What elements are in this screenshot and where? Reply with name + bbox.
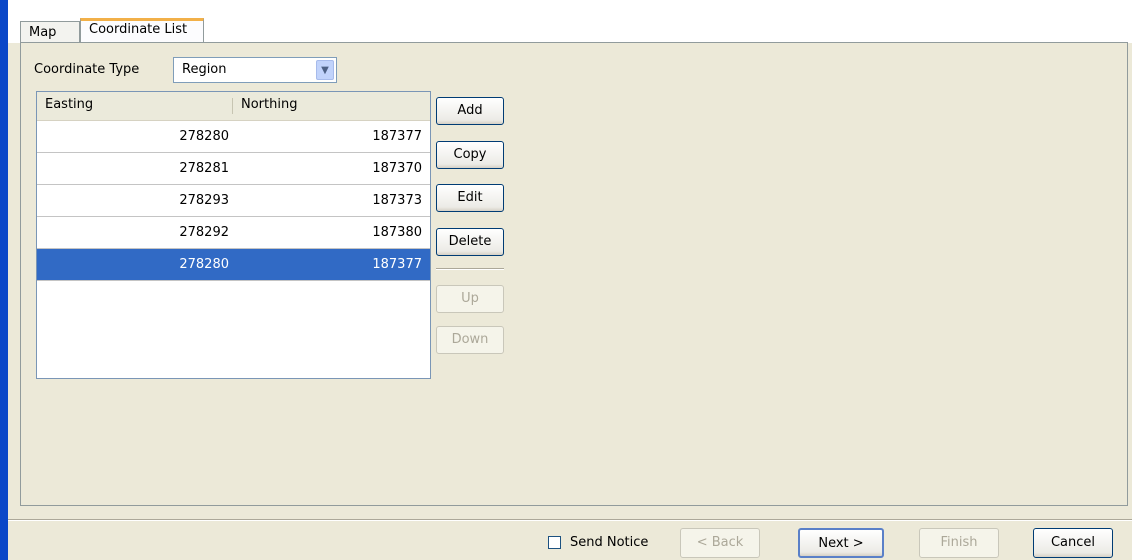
coordinate-type-value: Region bbox=[182, 62, 227, 77]
chevron-down-icon[interactable]: ▼ bbox=[316, 60, 334, 80]
table-row[interactable]: 278280 187377 bbox=[37, 121, 430, 153]
table-row[interactable]: 278293 187373 bbox=[37, 185, 430, 217]
copy-button[interactable]: Copy bbox=[436, 141, 504, 169]
footer-divider bbox=[8, 519, 1132, 521]
column-header-northing[interactable]: Northing bbox=[241, 92, 297, 120]
cell-easting: 278281 bbox=[179, 161, 229, 176]
column-header-easting[interactable]: Easting bbox=[45, 92, 93, 120]
back-button[interactable]: < Back bbox=[680, 528, 760, 558]
send-notice-checkbox[interactable] bbox=[548, 536, 561, 549]
cell-northing: 187370 bbox=[372, 161, 422, 176]
cell-northing: 187380 bbox=[372, 225, 422, 240]
finish-button[interactable]: Finish bbox=[919, 528, 999, 558]
move-up-button[interactable]: Up bbox=[436, 285, 504, 313]
tab-map[interactable]: Map bbox=[20, 21, 80, 43]
cell-northing: 187377 bbox=[372, 129, 422, 144]
tab-coordinate-list[interactable]: Coordinate List bbox=[80, 18, 204, 42]
cell-easting: 278280 bbox=[179, 129, 229, 144]
add-button[interactable]: Add bbox=[436, 97, 504, 125]
grid-header: Easting Northing bbox=[37, 92, 430, 121]
window-left-edge bbox=[0, 0, 8, 560]
coordinate-type-select[interactable]: Region ▼ bbox=[173, 57, 337, 83]
column-divider[interactable] bbox=[232, 98, 233, 114]
next-button[interactable]: Next > bbox=[798, 528, 884, 558]
move-down-button[interactable]: Down bbox=[436, 326, 504, 354]
cell-northing: 187373 bbox=[372, 193, 422, 208]
delete-button[interactable]: Delete bbox=[436, 228, 504, 256]
coordinate-grid[interactable]: Easting Northing 278280 187377 278281 18… bbox=[36, 91, 431, 379]
cell-northing: 187377 bbox=[372, 257, 422, 272]
wizard-window: Map Coordinate List Coordinate Type Regi… bbox=[8, 0, 1132, 560]
cell-easting: 278292 bbox=[179, 225, 229, 240]
send-notice-label[interactable]: Send Notice bbox=[570, 535, 648, 550]
grid-rows: 278280 187377 278281 187370 278293 18737… bbox=[37, 121, 430, 281]
table-row-selected[interactable]: 278280 187377 bbox=[37, 249, 430, 281]
table-row[interactable]: 278281 187370 bbox=[37, 153, 430, 185]
cell-easting: 278280 bbox=[179, 257, 229, 272]
table-row[interactable]: 278292 187380 bbox=[37, 217, 430, 249]
top-strip bbox=[8, 0, 1132, 10]
cancel-button[interactable]: Cancel bbox=[1033, 528, 1113, 558]
coordinate-type-label: Coordinate Type bbox=[34, 62, 140, 77]
button-separator bbox=[436, 268, 504, 270]
edit-button[interactable]: Edit bbox=[436, 184, 504, 212]
cell-easting: 278293 bbox=[179, 193, 229, 208]
